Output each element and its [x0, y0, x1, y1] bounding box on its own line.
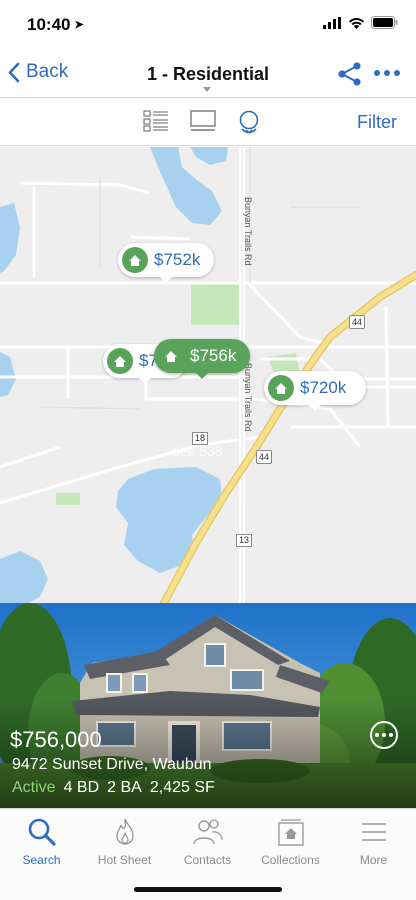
- tab-hot-sheet[interactable]: Hot Sheet: [83, 809, 166, 869]
- listing-details: Active 4 BD 2 BA 2,425 SF: [12, 779, 215, 797]
- home-icon: [107, 348, 133, 374]
- price-pin[interactable]: $720k: [264, 371, 367, 411]
- tab-label: Contacts: [183, 853, 232, 867]
- signal-icon: [323, 16, 341, 29]
- navigation-bar: Back 1 - Residential: [0, 50, 416, 98]
- gallery-view-button[interactable]: [190, 110, 216, 137]
- price-pin[interactable]: $752k: [118, 243, 215, 283]
- home-icon: [158, 343, 184, 369]
- filter-button[interactable]: Filter: [357, 112, 397, 133]
- tab-bar: Search Hot Sheet Contacts Collections Mo…: [0, 808, 416, 900]
- road-label: dee 538: [172, 443, 223, 459]
- location-arrow-icon: ➤: [74, 19, 84, 31]
- title-caret-icon[interactable]: [203, 87, 211, 92]
- map-view-button[interactable]: [237, 110, 261, 139]
- tab-search[interactable]: Search: [0, 809, 83, 869]
- tab-label: Search: [22, 853, 61, 867]
- status-bar: 10:40 ➤: [0, 0, 416, 50]
- listing-sqft: 2,425 SF: [149, 779, 215, 796]
- wifi-icon: [349, 17, 364, 29]
- road-label: Bunyan Trails Rd: [243, 197, 253, 266]
- listing-price: $756,000: [10, 727, 102, 752]
- tab-label: More: [359, 853, 388, 867]
- highway-shield: 13: [236, 534, 252, 547]
- back-label: Back: [26, 61, 69, 82]
- listing-status: Active: [12, 779, 56, 796]
- highway-shield: 44: [256, 450, 272, 464]
- menu-icon: [360, 815, 388, 849]
- listing-more-button[interactable]: [370, 721, 398, 749]
- share-icon: [338, 62, 361, 86]
- tab-label: Hot Sheet: [97, 853, 152, 867]
- listing-card[interactable]: $756,000 9472 Sunset Drive, Waubun Activ…: [0, 603, 416, 808]
- share-button[interactable]: [337, 61, 363, 92]
- gallery-view-icon: [190, 110, 216, 131]
- tab-collections[interactable]: Collections: [249, 809, 332, 869]
- price-pin-selected[interactable]: $756k: [154, 339, 251, 379]
- list-view-button[interactable]: [143, 110, 169, 137]
- collections-icon: [276, 815, 306, 849]
- road-label: Bunyan Trails Rd: [243, 363, 253, 432]
- tab-contacts[interactable]: Contacts: [166, 809, 249, 869]
- more-options-button[interactable]: [374, 70, 400, 76]
- pin-price: $756k: [190, 346, 237, 365]
- view-switcher-bar: Filter: [0, 98, 416, 146]
- flame-icon: [113, 815, 137, 849]
- home-indicator[interactable]: [134, 887, 282, 892]
- chevron-left-icon: [8, 62, 20, 82]
- map-view-icon: [239, 110, 259, 134]
- tab-more[interactable]: More: [332, 809, 415, 869]
- back-button[interactable]: Back: [8, 61, 68, 83]
- list-view-icon: [143, 110, 168, 132]
- highway-shield: 44: [349, 315, 365, 329]
- battery-icon: [371, 16, 398, 29]
- map-view[interactable]: Bunyan Trails Rd Bunyan Trails Rd 44 44 …: [0, 147, 416, 603]
- pin-price: $720k: [300, 378, 347, 397]
- home-icon: [122, 247, 148, 273]
- pin-price: $752k: [154, 250, 201, 269]
- search-icon: [27, 815, 57, 849]
- tab-label: Collections: [261, 853, 320, 867]
- listing-beds: 4 BD: [63, 779, 100, 796]
- listing-address: 9472 Sunset Drive, Waubun: [12, 756, 212, 773]
- status-time: 10:40 ➤: [27, 15, 84, 34]
- home-icon: [268, 375, 294, 401]
- contacts-icon: [192, 815, 224, 849]
- status-icons: [323, 16, 398, 29]
- listing-baths: 2 BA: [107, 779, 142, 796]
